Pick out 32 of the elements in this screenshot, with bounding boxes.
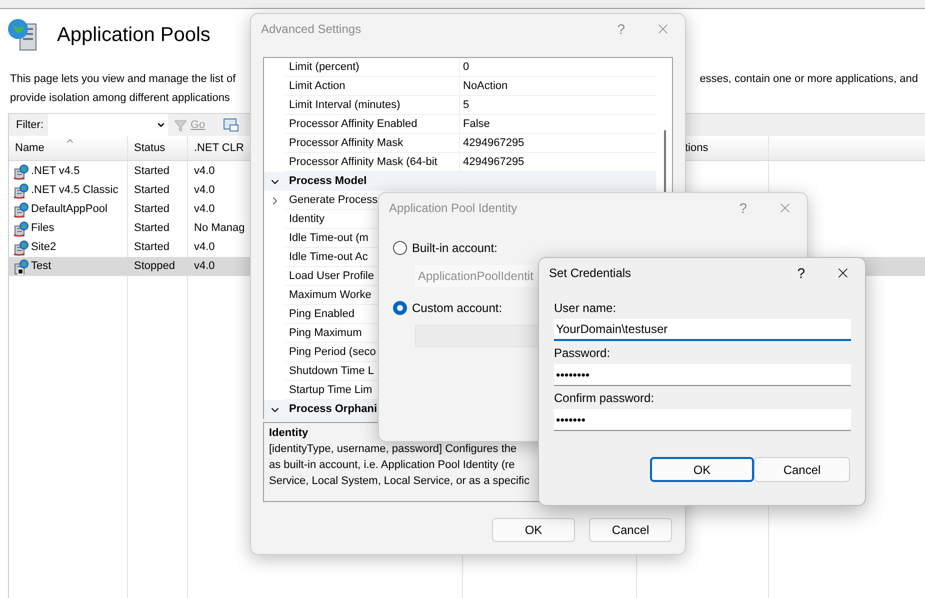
filter-label: Filter: xyxy=(16,118,44,133)
table-cell-text: v4.0 xyxy=(193,202,216,218)
page-description: provide isolation among different applications xyxy=(10,92,230,104)
description-text: [identityType, username, password] Configures the xyxy=(269,442,518,457)
description-text: as built-in account, i.e. Application Pool Identity (re xyxy=(269,458,516,473)
table-cell-text: Test xyxy=(31,259,52,274)
table-cell-text: .NET v4.5 xyxy=(31,164,80,180)
field-label: User name: xyxy=(554,300,618,316)
table-cell-text: No Manag xyxy=(193,221,246,236)
table-cell-text: DefaultAppPool xyxy=(31,202,108,218)
page-description: esses, contain one or more applications, and xyxy=(700,72,918,87)
page-title: Application Pools xyxy=(57,23,210,48)
table-cell-text: Files xyxy=(31,221,54,236)
description-title: Identity xyxy=(269,426,310,441)
description-text: Service, Local System, Local Service, or as a specific xyxy=(269,474,530,489)
table-cell-text: v4.0 xyxy=(193,164,216,180)
table-cell-text: Stopped xyxy=(133,259,176,274)
table-cell-text: Started xyxy=(133,221,170,236)
table-cell-text: v4.0 xyxy=(193,259,216,274)
table-cell-text: Started xyxy=(133,202,170,218)
field-label: Password: xyxy=(554,345,612,361)
table-cell-text: v4.0 xyxy=(193,183,216,198)
table-cell-text: Started xyxy=(133,164,170,180)
table-cell-text: Started xyxy=(133,183,170,198)
table-cell-text: Site2 xyxy=(31,240,56,256)
table-cell-text: Started xyxy=(133,240,170,256)
window-title: Set Credentials xyxy=(549,265,632,282)
window-title: Advanced Settings xyxy=(261,21,362,38)
table-cell-text: .NET v4.5 Classic xyxy=(31,183,118,198)
page-description: This page lets you view and manage the list of xyxy=(10,72,236,87)
field-label: Confirm password: xyxy=(554,390,656,406)
table-cell-text: v4.0 xyxy=(193,240,216,256)
